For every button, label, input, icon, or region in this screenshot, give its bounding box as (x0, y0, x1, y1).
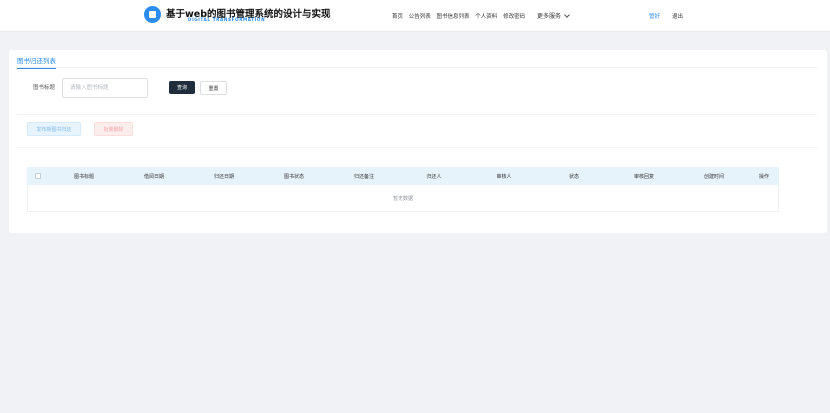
site-subtitle: DIGITAL TRANSFORMATION (188, 17, 266, 22)
divider (17, 147, 817, 148)
logout-link[interactable]: 退出 (672, 12, 683, 20)
nav-item-profile[interactable]: 个人资料 (475, 14, 497, 20)
col-header[interactable]: 归还人 (399, 173, 469, 180)
nav-item-notices[interactable]: 公告列表 (409, 14, 431, 20)
user-link[interactable]: 管好 (649, 12, 660, 20)
col-header[interactable]: 创建时间 (679, 173, 749, 180)
nav-item-books[interactable]: 图书信息列表 (437, 14, 470, 20)
nav-item-home[interactable]: 首页 (392, 14, 403, 20)
col-header[interactable]: 借阅日期 (119, 173, 189, 180)
col-header[interactable]: 归还日期 (189, 173, 259, 180)
col-header[interactable]: 图书标题 (49, 173, 119, 180)
search-input[interactable] (62, 78, 148, 98)
logo-icon (144, 6, 161, 23)
divider (17, 114, 817, 115)
batch-delete-button[interactable]: 批量删除 (94, 122, 133, 136)
col-header[interactable]: 归还备注 (329, 173, 399, 180)
more-services-label: 更多服务 (537, 13, 562, 20)
table-body: 暂无数据 (27, 185, 779, 212)
top-navbar: 基于web的图书管理系统的设计与实现 DIGITAL TRANSFORMATIO… (0, 0, 830, 32)
main-nav: 首页 公告列表 图书信息列表 个人资料 修改密码 (392, 12, 529, 20)
col-header[interactable]: 图书状态 (259, 173, 329, 180)
empty-state-text: 暂无数据 (392, 195, 413, 202)
content-panel: 图书归还列表 图书标题 查询 重置 发布新图书归还 批量删除 图书标题 借阅日期… (9, 50, 827, 233)
select-all-checkbox[interactable] (27, 173, 49, 179)
search-label: 图书标题 (33, 85, 56, 91)
reset-button[interactable]: 重置 (200, 81, 227, 95)
nav-item-password[interactable]: 修改密码 (503, 14, 525, 20)
col-header[interactable]: 审核人 (469, 173, 539, 180)
add-return-button[interactable]: 发布新图书归还 (27, 122, 81, 136)
col-header[interactable]: 状态 (539, 173, 609, 180)
chevron-down-icon (564, 12, 570, 18)
data-table: 图书标题 借阅日期 归还日期 图书状态 归还备注 归还人 审核人 状态 审核回复… (27, 167, 779, 212)
table-header: 图书标题 借阅日期 归还日期 图书状态 归还备注 归还人 审核人 状态 审核回复… (27, 167, 779, 185)
col-header[interactable]: 审核回复 (609, 173, 679, 180)
tab-divider (17, 67, 817, 68)
col-header[interactable]: 操作 (749, 173, 779, 180)
more-services-dropdown[interactable]: 更多服务 (537, 11, 570, 20)
search-button[interactable]: 查询 (169, 81, 195, 94)
